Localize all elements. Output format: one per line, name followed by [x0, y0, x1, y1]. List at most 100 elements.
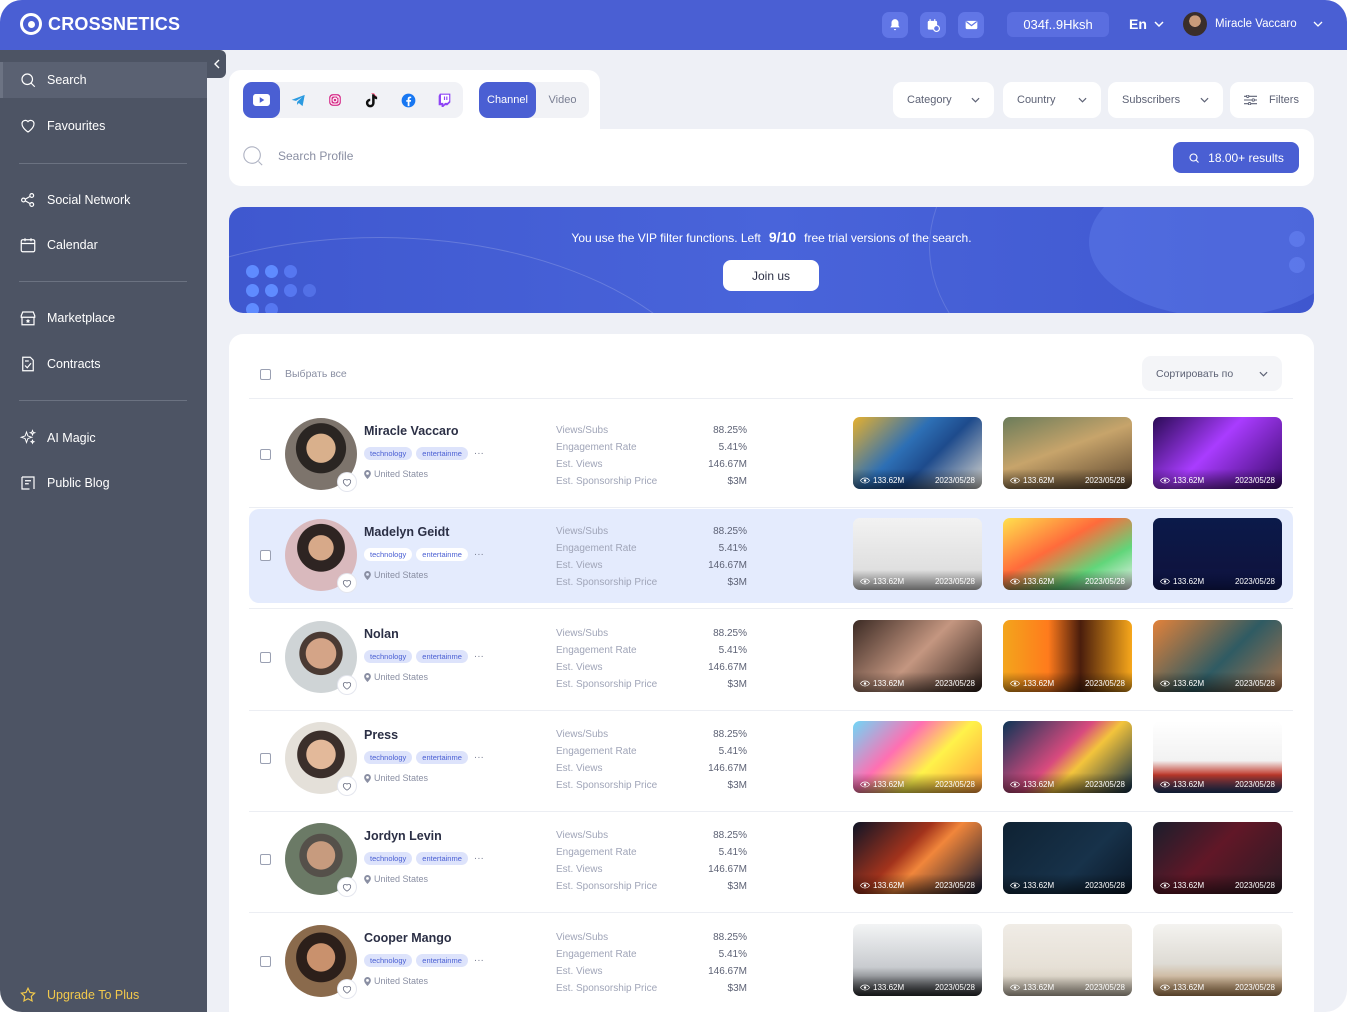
- tag[interactable]: technology: [364, 852, 413, 865]
- sidebar-item-social-network[interactable]: Social Network: [0, 182, 207, 218]
- video-thumbnail[interactable]: 133.62M 2023/05/28: [853, 924, 982, 996]
- table-row[interactable]: Cooper Mango technology entertainme ··· …: [249, 915, 1293, 1009]
- stat-value: 146.67M: [708, 864, 747, 875]
- more-tags-icon[interactable]: ···: [474, 955, 484, 966]
- sidebar-item-public-blog[interactable]: Public Blog: [0, 465, 207, 501]
- platform-twitch[interactable]: [426, 82, 463, 118]
- favourite-button[interactable]: [338, 574, 356, 592]
- favourite-button[interactable]: [338, 980, 356, 998]
- video-thumbnail[interactable]: 133.62M 2023/05/28: [1003, 620, 1132, 692]
- video-thumbnail[interactable]: 133.62M 2023/05/28: [853, 620, 982, 692]
- tag[interactable]: entertainme: [416, 852, 468, 865]
- row-checkbox[interactable]: [260, 550, 271, 561]
- video-thumbnail[interactable]: 133.62M 2023/05/28: [853, 417, 982, 489]
- tag[interactable]: entertainme: [416, 548, 468, 561]
- wallet-address[interactable]: 034f..9Hksh: [1007, 12, 1109, 37]
- tag[interactable]: technology: [364, 954, 413, 967]
- country-dropdown[interactable]: Country: [1003, 82, 1101, 118]
- tag[interactable]: technology: [364, 650, 413, 663]
- thumbnail-caption: 133.62M 2023/05/28: [1003, 773, 1132, 793]
- profile-name[interactable]: Cooper Mango: [364, 931, 452, 945]
- results-button[interactable]: 18.00+ results: [1173, 142, 1299, 173]
- tag[interactable]: technology: [364, 447, 413, 460]
- tag[interactable]: entertainme: [416, 447, 468, 460]
- table-row[interactable]: Press technology entertainme ··· United …: [249, 712, 1293, 806]
- table-row[interactable]: Nolan technology entertainme ··· United …: [249, 611, 1293, 705]
- favourite-button[interactable]: [338, 777, 356, 795]
- sidebar-item-marketplace[interactable]: Marketplace: [0, 300, 207, 336]
- tag[interactable]: entertainme: [416, 751, 468, 764]
- platform-tiktok[interactable]: [353, 82, 390, 118]
- platform-telegram[interactable]: [280, 82, 317, 118]
- video-thumbnail[interactable]: 133.62M 2023/05/28: [1153, 518, 1282, 590]
- sort-dropdown[interactable]: Сортировать по: [1142, 356, 1282, 391]
- table-row[interactable]: Miracle Vaccaro technology entertainme ·…: [249, 408, 1293, 502]
- eye-icon: [1160, 680, 1170, 687]
- more-tags-icon[interactable]: ···: [474, 651, 484, 662]
- select-all[interactable]: Выбрать все: [260, 368, 347, 380]
- profile-name[interactable]: Nolan: [364, 627, 399, 641]
- video-thumbnail[interactable]: 133.62M 2023/05/28: [1153, 417, 1282, 489]
- subscribers-dropdown[interactable]: Subscribers: [1108, 82, 1223, 118]
- language-selector[interactable]: En: [1129, 16, 1164, 32]
- platform-youtube[interactable]: [243, 82, 280, 118]
- profile-name[interactable]: Madelyn Geidt: [364, 525, 449, 539]
- user-menu[interactable]: Miracle Vaccaro: [1183, 12, 1323, 36]
- video-thumbnail[interactable]: 133.62M 2023/05/28: [853, 822, 982, 894]
- sidebar-item-favourites[interactable]: Favourites: [0, 108, 207, 144]
- table-row[interactable]: Madelyn Geidt technology entertainme ···…: [249, 509, 1293, 603]
- search-profile-field[interactable]: Search Profile: [242, 145, 353, 167]
- more-tags-icon[interactable]: ···: [474, 549, 484, 560]
- row-checkbox[interactable]: [260, 956, 271, 967]
- row-checkbox[interactable]: [260, 449, 271, 460]
- tag[interactable]: entertainme: [416, 954, 468, 967]
- more-tags-icon[interactable]: ···: [474, 752, 484, 763]
- video-thumbnail[interactable]: 133.62M 2023/05/28: [1153, 620, 1282, 692]
- sidebar-collapse-button[interactable]: [207, 50, 226, 78]
- profile-name[interactable]: Jordyn Levin: [364, 829, 442, 843]
- sidebar-item-contracts[interactable]: Contracts: [0, 346, 207, 382]
- segment-channel[interactable]: Channel: [479, 82, 536, 118]
- sidebar-item-calendar[interactable]: Calendar: [0, 227, 207, 263]
- select-all-checkbox[interactable]: [260, 368, 271, 380]
- video-thumbnail[interactable]: 133.62M 2023/05/28: [1153, 822, 1282, 894]
- profile-name[interactable]: Miracle Vaccaro: [364, 424, 459, 438]
- video-thumbnail[interactable]: 133.62M 2023/05/28: [1003, 518, 1132, 590]
- more-tags-icon[interactable]: ···: [474, 448, 484, 459]
- filters-button[interactable]: Filters: [1230, 82, 1314, 118]
- video-thumbnail[interactable]: 133.62M 2023/05/28: [1003, 721, 1132, 793]
- messages-button[interactable]: [958, 12, 984, 38]
- platform-instagram[interactable]: [316, 82, 353, 118]
- stat-labels: Views/Subs Engagement Rate Est. Views Es…: [556, 827, 657, 895]
- tag[interactable]: technology: [364, 751, 413, 764]
- video-thumbnail[interactable]: 133.62M 2023/05/28: [853, 518, 982, 590]
- schedule-button[interactable]: [920, 12, 946, 38]
- thumbnail-date: 2023/05/28: [1084, 881, 1125, 890]
- upgrade-button[interactable]: Upgrade To Plus: [0, 977, 207, 1012]
- more-tags-icon[interactable]: ···: [474, 853, 484, 864]
- join-us-button[interactable]: Join us: [723, 260, 819, 291]
- tag[interactable]: entertainme: [416, 650, 468, 663]
- category-dropdown[interactable]: Category: [893, 82, 994, 118]
- favourite-button[interactable]: [338, 878, 356, 896]
- brand-logo[interactable]: CROSSNETICS: [20, 13, 180, 35]
- sidebar-item-search[interactable]: Search: [0, 62, 207, 98]
- notifications-button[interactable]: [882, 12, 908, 38]
- video-thumbnail[interactable]: 133.62M 2023/05/28: [1153, 721, 1282, 793]
- video-thumbnail[interactable]: 133.62M 2023/05/28: [1153, 924, 1282, 996]
- favourite-button[interactable]: [338, 676, 356, 694]
- favourite-button[interactable]: [338, 473, 356, 491]
- row-checkbox[interactable]: [260, 652, 271, 663]
- sidebar-item-ai-magic[interactable]: AI Magic: [0, 420, 207, 456]
- video-thumbnail[interactable]: 133.62M 2023/05/28: [1003, 417, 1132, 489]
- table-row[interactable]: Jordyn Levin technology entertainme ··· …: [249, 813, 1293, 907]
- row-checkbox[interactable]: [260, 753, 271, 764]
- segment-video[interactable]: Video: [536, 82, 589, 118]
- tag[interactable]: technology: [364, 548, 413, 561]
- row-checkbox[interactable]: [260, 854, 271, 865]
- video-thumbnail[interactable]: 133.62M 2023/05/28: [853, 721, 982, 793]
- profile-name[interactable]: Press: [364, 728, 398, 742]
- video-thumbnail[interactable]: 133.62M 2023/05/28: [1003, 822, 1132, 894]
- video-thumbnail[interactable]: 133.62M 2023/05/28: [1003, 924, 1132, 996]
- platform-facebook[interactable]: [390, 82, 427, 118]
